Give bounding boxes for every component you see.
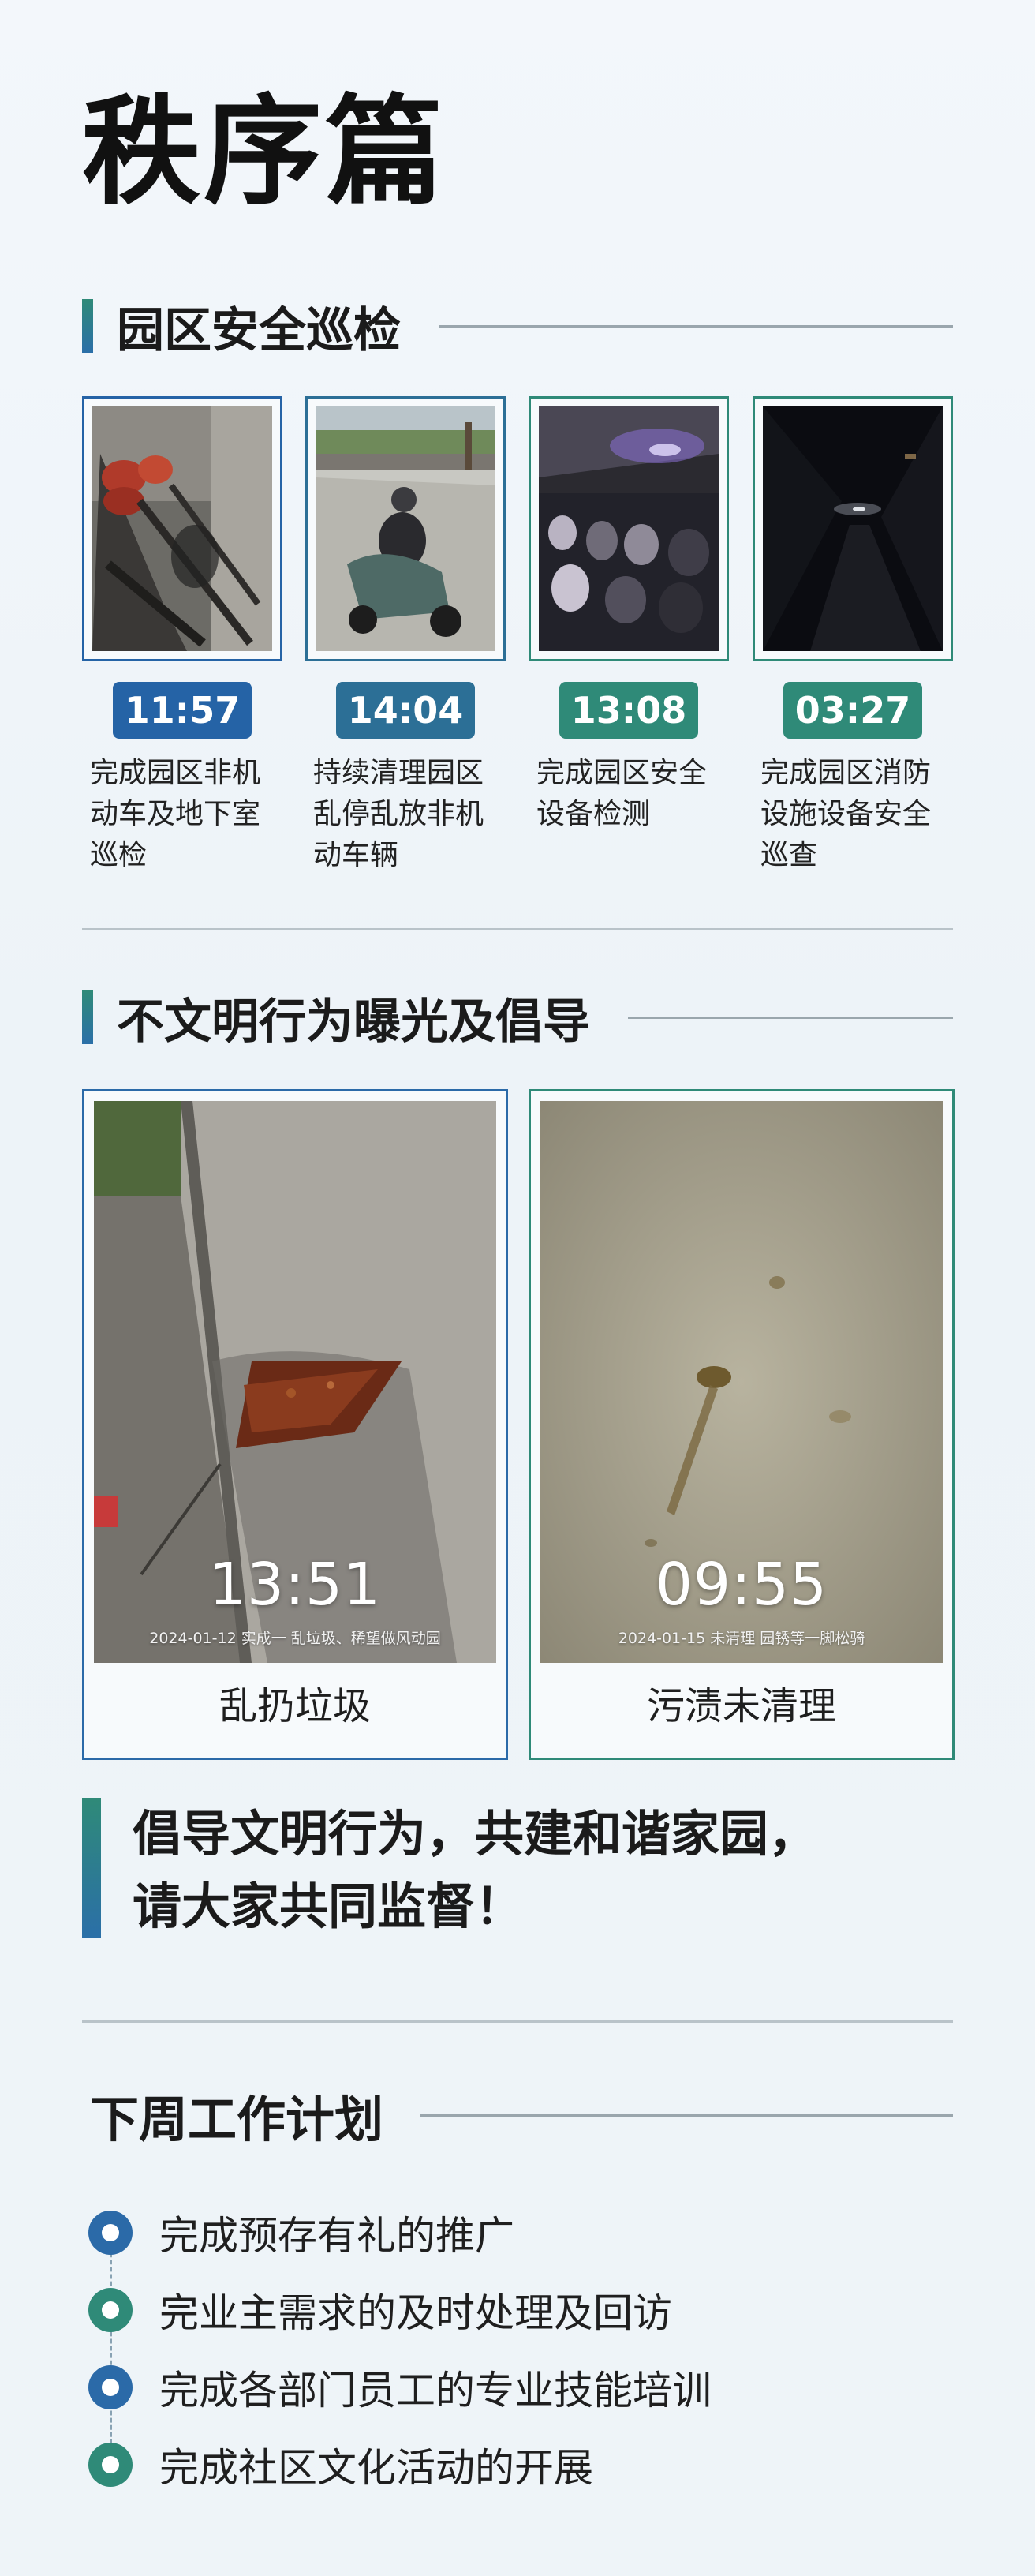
- photo-caption: 2024-01-15 未清理 园锈等一脚松骑: [618, 1630, 865, 1647]
- photo-timestamp: 13:51: [208, 1551, 382, 1619]
- section-divider: [82, 928, 953, 930]
- incivility-label: 污渍未清理: [646, 1684, 836, 1728]
- patrol-desc: 完成园区安全设备检测: [536, 757, 708, 830]
- section-rule: [420, 2114, 953, 2117]
- plan-item-text: 完成预存有礼的推广: [159, 2213, 514, 2259]
- slogan-line-2: 请大家共同监督！: [133, 1878, 525, 1935]
- photo-frame: [529, 396, 729, 661]
- incivility-card: 13:51 2024-01-12 实成一 乱垃圾、稀望做风动园 乱扔垃圾: [82, 1089, 508, 1760]
- slogan-block: 倡导文明行为，共建和谐家园， 请大家共同监督！: [82, 1798, 953, 1938]
- patrol-card: 03:27 完成园区消防设施设备安全巡查: [753, 396, 953, 876]
- slogan-accent-bar: [82, 1798, 101, 1938]
- photo-caption: 2024-01-12 实成一 乱垃圾、稀望做风动园: [149, 1630, 441, 1647]
- photo-frame: [82, 396, 282, 661]
- section-title-plan: 下周工作计划: [90, 2091, 384, 2148]
- time-badge: 13:08: [559, 682, 698, 739]
- time-badge: 11:57: [113, 682, 252, 739]
- bike-parking-photo[interactable]: [92, 406, 272, 651]
- timeline-dashed-line: [110, 2238, 112, 2451]
- bullet-icon: [88, 2365, 133, 2409]
- bullet-icon: [88, 2288, 133, 2332]
- plan-item-text: 完成社区文化活动的开展: [159, 2445, 593, 2491]
- list-item: 完业主需求的及时处理及回访: [88, 2271, 948, 2349]
- photo-frame: [753, 396, 953, 661]
- patrol-card: 14:04 持续清理园区乱停乱放非机动车辆: [305, 396, 506, 876]
- section-title-incivility: 不文明行为曝光及倡导: [117, 994, 590, 1050]
- incivility-label: 乱扔垃圾: [219, 1684, 371, 1728]
- section-title-patrol: 园区安全巡检: [117, 302, 401, 358]
- section-header-patrol: 园区安全巡检: [82, 298, 953, 358]
- photo-timestamp: 09:55: [655, 1551, 828, 1619]
- time-badge: 14:04: [336, 682, 475, 739]
- section-divider: [82, 2020, 953, 2023]
- section-accent-bar: [82, 299, 93, 353]
- patrol-card: 13:08 完成园区安全设备检测: [529, 396, 729, 835]
- photo-frame: [305, 396, 506, 661]
- section-rule: [628, 1016, 953, 1019]
- list-item: 完成预存有礼的推广: [88, 2194, 948, 2271]
- plan-item-text: 完成各部门员工的专业技能培训: [159, 2368, 712, 2413]
- section-header-incivility: 不文明行为曝光及倡导: [82, 990, 953, 1050]
- time-badge: 03:27: [783, 682, 922, 739]
- patrol-desc: 完成园区消防设施设备安全巡查: [760, 757, 932, 871]
- bullet-icon: [88, 2211, 133, 2255]
- patrol-desc: 持续清理园区乱停乱放非机动车辆: [313, 757, 484, 871]
- page-title: 秩序篇: [82, 84, 447, 221]
- night-corridor-photo[interactable]: [763, 406, 943, 651]
- patrol-desc: 完成园区非机动车及地下室巡检: [90, 757, 261, 871]
- section-rule: [439, 324, 953, 328]
- scooter-rider-photo[interactable]: [316, 406, 495, 651]
- parking-garage-photo[interactable]: [539, 406, 719, 651]
- patrol-card: 11:57 完成园区非机动车及地下室巡检: [82, 396, 282, 876]
- plan-item-text: 完业主需求的及时处理及回访: [159, 2290, 672, 2336]
- stain-photo[interactable]: 09:55 2024-01-15 未清理 园锈等一脚松骑: [540, 1101, 943, 1663]
- section-accent-bar: [82, 990, 93, 1044]
- incivility-card: 09:55 2024-01-15 未清理 园锈等一脚松骑 污渍未清理: [529, 1089, 955, 1760]
- plan-list: 完成预存有礼的推广 完业主需求的及时处理及回访 完成各部门员工的专业技能培训 完…: [88, 2194, 948, 2503]
- slogan-line-1: 倡导文明行为，共建和谐家园，: [133, 1805, 818, 1863]
- list-item: 完成社区文化活动的开展: [88, 2426, 948, 2503]
- patrol-cards: 11:57 完成园区非机动车及地下室巡检 14:04 持续清理园区乱停乱放非机动…: [82, 396, 953, 886]
- bullet-icon: [88, 2443, 133, 2487]
- list-item: 完成各部门员工的专业技能培训: [88, 2349, 948, 2426]
- section-header-plan: 下周工作计划: [90, 2084, 953, 2148]
- litter-photo[interactable]: 13:51 2024-01-12 实成一 乱垃圾、稀望做风动园: [94, 1101, 496, 1663]
